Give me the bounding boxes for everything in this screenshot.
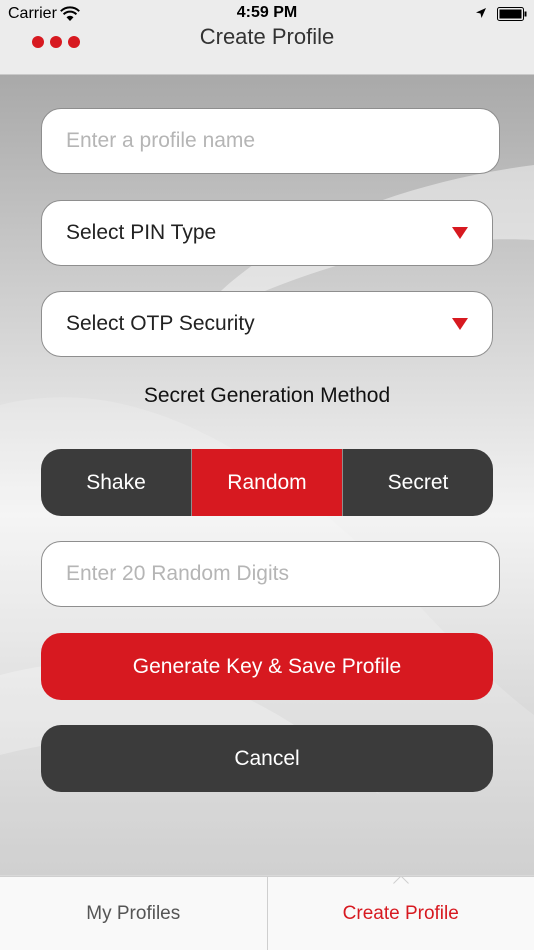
triangle-down-icon (452, 227, 468, 239)
profile-name-field (41, 108, 500, 174)
location-arrow-icon (476, 8, 486, 18)
otp-security-select[interactable]: Select OTP Security (41, 291, 493, 357)
pin-type-label: Select PIN Type (66, 221, 217, 244)
generate-key-save-button[interactable]: Generate Key & Save Profile (41, 633, 493, 700)
tab-bar: My Profiles Create Profile (0, 876, 534, 950)
random-digits-input[interactable] (42, 542, 499, 606)
tab-create-profile-label: Create Profile (342, 903, 459, 924)
caret-up-icon (392, 876, 409, 884)
page-title: Create Profile (199, 24, 335, 49)
tab-create-profile[interactable]: Create Profile (266, 876, 534, 950)
profile-name-input[interactable] (42, 109, 499, 173)
app-screen: Carrier 4:59 PM Create Profile Enter a p… (0, 0, 534, 950)
otp-security-label: Select OTP Security (66, 312, 255, 335)
segment-shake[interactable]: Shake (41, 449, 192, 516)
secret-method-label: Secret Generation Method (143, 384, 391, 407)
triangle-down-icon (452, 318, 468, 330)
tab-my-profiles[interactable]: My Profiles (0, 877, 267, 950)
cancel-button[interactable]: Cancel (41, 725, 493, 792)
pin-type-select[interactable]: Select PIN Type (41, 200, 493, 266)
battery-icon (497, 7, 527, 21)
status-time: 4:59 PM (236, 4, 298, 21)
random-digits-field (41, 541, 500, 607)
segment-secret[interactable]: Secret (343, 449, 493, 516)
segment-random[interactable]: Random (192, 449, 343, 516)
navigation-bar: Create Profile (0, 24, 534, 75)
secret-method-segmented-control: Shake Random Secret (41, 449, 493, 516)
